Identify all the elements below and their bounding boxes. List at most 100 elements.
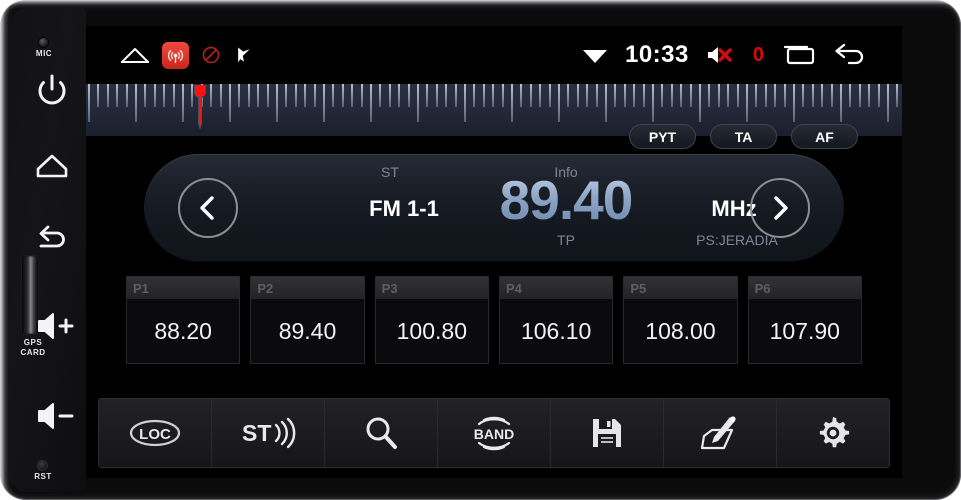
tuner-tick	[586, 84, 589, 107]
tuner-tick	[680, 84, 683, 107]
pencil-edit-icon	[700, 416, 736, 450]
loc-button[interactable]: LOC	[99, 399, 212, 467]
preset-button-4[interactable]: P4 106.10	[498, 276, 614, 364]
preset-number: P3	[375, 277, 488, 299]
preset-frequency: 106.10	[520, 317, 592, 344]
preset-number: P4	[499, 277, 613, 299]
preset-button-1[interactable]: P1 88.20	[126, 276, 241, 364]
status-right-group: 10:33 0	[582, 41, 902, 69]
tuner-tick	[539, 84, 542, 107]
loc-icon: LOC	[129, 419, 181, 447]
tuner-tick	[388, 84, 391, 107]
volume-down-button[interactable]	[32, 393, 78, 439]
tuner-tick	[699, 84, 701, 122]
tuner-tick	[858, 84, 861, 107]
preset-button-6[interactable]: P6 107.90	[747, 276, 862, 364]
tuner-tick	[464, 84, 466, 122]
gear-icon	[819, 417, 850, 448]
preset-frequency: 88.20	[154, 317, 212, 344]
search-icon	[366, 417, 397, 449]
touchscreen: 10:33 0 PYT TA AF ST FM 1-1 89.40 TP MHz…	[86, 26, 902, 478]
prev-station-button[interactable]	[178, 178, 238, 238]
tuner-tick	[313, 84, 316, 107]
ps-name-label: PS:JERADIA	[696, 232, 778, 248]
svg-text:ST: ST	[242, 420, 271, 446]
tuner-tick	[294, 84, 297, 107]
preset-button-5[interactable]: P5 108.00	[623, 276, 738, 364]
tuner-tick	[717, 84, 720, 107]
power-button[interactable]	[29, 68, 75, 114]
tuner-tick	[736, 84, 739, 107]
tuner-tick	[153, 84, 156, 107]
svg-text:BAND: BAND	[474, 426, 514, 442]
tuner-cursor[interactable]	[191, 84, 209, 136]
tuner-tick	[135, 84, 137, 122]
tuner-tick	[426, 84, 429, 107]
recent-apps-icon[interactable]	[781, 44, 815, 66]
home-icon[interactable]	[120, 45, 150, 65]
svg-text:LOC: LOC	[139, 426, 171, 443]
home-button[interactable]	[29, 143, 75, 189]
no-entry-icon[interactable]	[201, 45, 221, 65]
tuner-tick	[755, 84, 758, 107]
tuner-tick	[520, 84, 523, 107]
tuner-tick	[501, 84, 504, 107]
speaker-muted-icon[interactable]	[706, 44, 736, 66]
edit-button[interactable]	[664, 399, 777, 467]
android-status-bar: 10:33 0	[86, 26, 902, 84]
rds-chip-ta[interactable]: TA	[710, 124, 777, 149]
mic-label: MIC	[35, 49, 53, 58]
rds-chip-pyt[interactable]: PYT	[629, 124, 696, 149]
tuner-tick	[868, 84, 871, 107]
preset-button-2[interactable]: P2 89.40	[250, 276, 365, 364]
tuner-tick	[257, 84, 260, 107]
flag-check-icon[interactable]	[233, 45, 255, 65]
tuner-tick	[802, 84, 805, 107]
wifi-icon[interactable]	[582, 45, 608, 65]
tuner-tick	[473, 84, 476, 107]
radio-app-icon[interactable]	[162, 41, 189, 69]
tuner-tick	[633, 84, 636, 107]
stereo-indicator-label: ST	[381, 164, 399, 180]
preset-frequency: 100.80	[396, 317, 467, 344]
band-button[interactable]: BAND	[438, 399, 551, 467]
tuner-tick	[605, 84, 607, 122]
tuner-tick	[614, 84, 617, 107]
preset-frequency: 89.40	[278, 317, 337, 344]
tuner-tick	[576, 84, 579, 107]
tuner-tick	[276, 84, 278, 122]
tuner-tick	[877, 84, 880, 107]
tuner-tick	[708, 84, 711, 107]
preset-button-3[interactable]: P3 100.80	[374, 276, 489, 364]
tuner-tick	[774, 84, 777, 107]
tuner-tick	[595, 84, 598, 107]
tuner-tick	[370, 84, 372, 122]
tuner-tick	[379, 84, 382, 107]
preset-number: P5	[624, 277, 737, 299]
stereo-button[interactable]: ST	[212, 399, 325, 467]
next-station-button[interactable]	[750, 178, 810, 238]
tuner-tick	[219, 84, 222, 107]
reset-pinhole[interactable]	[37, 460, 48, 471]
tuner-tick	[332, 84, 335, 107]
tuner-tick	[511, 84, 513, 122]
tuner-tick	[830, 84, 833, 107]
scan-button[interactable]	[325, 399, 438, 467]
tuner-tick	[445, 84, 448, 107]
tuner-tick	[887, 84, 889, 122]
rds-chip-af[interactable]: AF	[791, 124, 858, 149]
preset-number: P1	[127, 277, 240, 299]
tuner-tick	[360, 84, 363, 107]
save-button[interactable]	[551, 399, 664, 467]
tuner-tick	[849, 84, 852, 107]
settings-button[interactable]	[777, 399, 889, 467]
tuner-tick	[304, 84, 307, 107]
tuner-tick	[323, 84, 325, 122]
back-arrow-icon[interactable]	[832, 43, 868, 67]
tuner-tick	[783, 84, 786, 107]
frequency-dial-panel: ST Info FM 1-1 89.40 TP MHz PS:JERADIA	[144, 154, 844, 262]
tuner-tick	[661, 84, 664, 107]
tuner-tick	[398, 84, 401, 107]
volume-up-button[interactable]	[32, 303, 78, 349]
tuner-tick	[417, 84, 419, 122]
